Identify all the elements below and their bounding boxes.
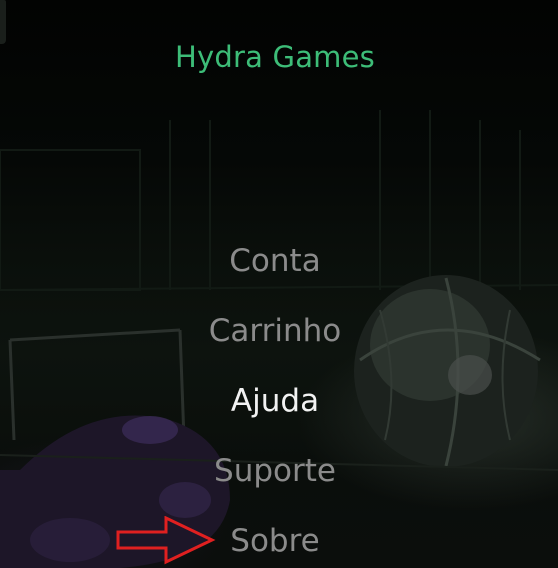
main-menu-screen: Hydra Games Conta Carrinho Ajuda Suporte… <box>0 0 558 568</box>
menu-item-sobre[interactable]: Sobre <box>0 518 550 568</box>
menu-item-carrinho[interactable]: Carrinho <box>0 308 550 378</box>
right-arrow-annotation-icon <box>116 516 216 565</box>
main-menu: Conta Carrinho Ajuda Suporte Sobre <box>0 238 550 568</box>
menu-item-suporte[interactable]: Suporte <box>0 448 550 518</box>
app-title: Hydra Games <box>175 40 375 74</box>
menu-item-conta[interactable]: Conta <box>0 238 550 308</box>
menu-item-ajuda[interactable]: Ajuda <box>0 378 550 448</box>
